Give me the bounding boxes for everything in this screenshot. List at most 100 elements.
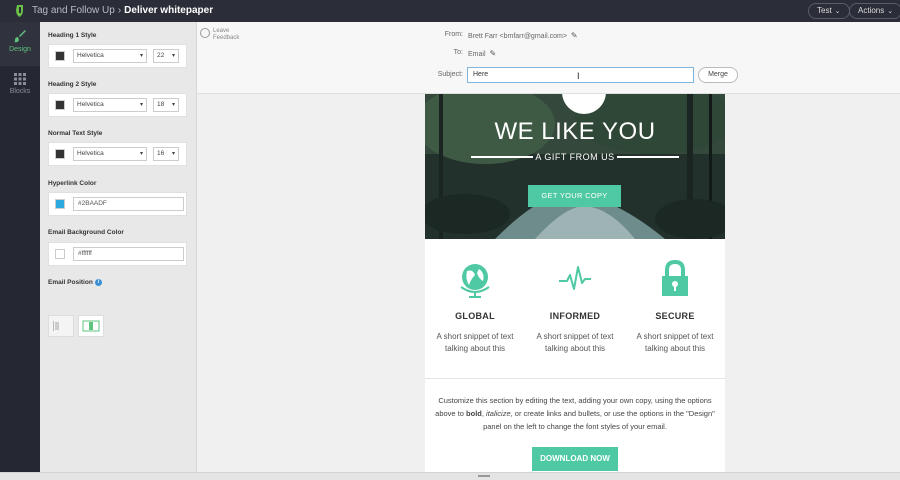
actions-button[interactable]: Actions ⌄ [849,3,900,19]
position-center-option[interactable] [78,315,104,337]
breadcrumb-parent[interactable]: Tag and Follow Up [32,5,115,16]
body-text-bold: bold [466,409,482,418]
breadcrumb-separator: › [117,5,122,16]
email-position-label: Email Position i [48,279,102,286]
from-label: From: [444,31,463,38]
chevron-down-icon: ▾ [171,53,175,59]
to-value: Email [468,51,486,58]
heading1-size-select[interactable]: 22 ▾ [153,49,179,63]
heading1-font-value: Helvetica [77,52,104,59]
grid-icon [14,73,26,85]
chevron-down-icon: ▾ [171,102,175,108]
align-left-icon [53,321,59,331]
design-panel: Heading 1 Style Helvetica ▾ 22 ▾ Heading 2… [40,22,197,480]
feature-informed[interactable]: INFORMED A short snippet of text talking… [525,259,625,355]
normal-text-font-value: Helvetica [77,150,104,157]
heading1-style-label: Heading 1 Style [48,32,97,39]
email-bg-color-swatch[interactable] [55,249,65,259]
hyperlink-color-swatch[interactable] [55,199,65,209]
email-preview: WE LIKE YOU A GIFT FROM US GET YOUR COPY… [425,94,725,472]
feedback-line1: Leave [213,28,230,34]
text-cursor-icon: I [577,71,580,81]
normal-text-size-select[interactable]: 16 ▾ [153,147,179,161]
normal-text-style-label: Normal Text Style [48,130,103,137]
hero-title: WE LIKE YOU [494,118,656,145]
heading1-style-row: Helvetica ▾ 22 ▾ [48,44,187,68]
normal-text-color-swatch[interactable] [55,149,65,159]
hero-banner[interactable]: WE LIKE YOU A GIFT FROM US GET YOUR COPY [425,94,725,239]
normal-text-style-row: Helvetica ▾ 16 ▾ [48,142,187,166]
hyperlink-color-input[interactable]: #2BAADF [73,197,184,211]
feature-title: GLOBAL [455,311,495,321]
download-now-button[interactable]: DOWNLOAD NOW [532,447,618,471]
email-canvas: WE LIKE YOU A GIFT FROM US GET YOUR COPY… [197,94,900,472]
feature-secure[interactable]: SECURE A short snippet of text talking a… [625,259,725,355]
heading1-size-value: 22 [157,52,165,59]
brush-icon [14,30,26,43]
chevron-down-icon: ▾ [139,53,143,59]
subject-label: Subject: [437,71,463,78]
pulse-icon [559,266,591,290]
smiley-icon [200,28,210,38]
rail-blocks-label: Blocks [9,88,31,95]
body-text-part3: , or create links and bullets, or use th… [483,409,715,431]
heading1-font-select[interactable]: Helvetica ▾ [73,49,147,63]
bottom-resize-bar[interactable] [0,472,900,480]
get-your-copy-button[interactable]: GET YOUR COPY [528,185,621,207]
from-value: Brett Farr <bmfarr@gmail.com> [468,33,567,40]
hyperlink-color-label: Hyperlink Color [48,180,97,187]
heading2-size-value: 18 [157,101,165,108]
hyperlink-color-row: #2BAADF [48,192,187,216]
section-divider [425,378,725,379]
heading2-color-swatch[interactable] [55,100,65,110]
to-label: To: [453,49,463,56]
lock-icon [662,259,688,296]
heading2-font-select[interactable]: Helvetica ▾ [73,98,147,112]
to-field: Email ✎ [468,49,496,58]
chevron-down-icon: ▾ [171,151,175,157]
heading2-style-label: Heading 2 Style [48,81,97,88]
feature-desc: A short snippet of text talking about th… [436,332,514,353]
email-bg-color-label: Email Background Color [48,229,124,236]
logo-icon [16,5,23,17]
chevron-down-icon: ▾ [139,151,143,157]
subject-input[interactable]: Here [467,67,694,83]
feature-desc: A short snippet of text talking about th… [636,332,714,353]
breadcrumb: Tag and Follow Up › Deliver whitepaper [32,5,213,16]
merge-button[interactable]: Merge [698,67,738,83]
body-text[interactable]: Customize this section by editing the te… [435,394,715,433]
email-bg-color-input[interactable]: #ffffff [73,247,184,261]
leave-feedback-link[interactable]: Leave Feedback [200,28,239,42]
actions-button-label: Actions [858,6,885,15]
chevron-down-icon: ⌄ [834,8,841,15]
feature-title: SECURE [655,311,695,321]
align-center-icon [82,320,100,332]
feature-title: INFORMED [549,311,601,321]
chevron-down-icon: ▾ [139,102,143,108]
chevron-down-icon: ⌄ [887,8,894,15]
feature-desc: A short snippet of text talking about th… [536,332,614,353]
pencil-icon[interactable]: ✎ [571,31,578,40]
heading2-size-select[interactable]: 18 ▾ [153,98,179,112]
left-rail: Design Blocks [0,22,40,480]
page-title: Deliver whitepaper [124,5,214,16]
top-bar: Tag and Follow Up › Deliver whitepaper Tes… [0,0,900,22]
feature-global[interactable]: GLOBAL A short snippet of text talking a… [425,259,525,355]
heading2-font-value: Helvetica [77,101,104,108]
from-field: Brett Farr <bmfarr@gmail.com> ✎ [468,31,578,40]
rail-item-blocks[interactable]: Blocks [0,66,40,110]
test-button[interactable]: Test ⌄ [808,3,850,19]
forest-stream-image [425,94,725,239]
globe-icon [460,264,490,298]
hero-subtitle: A GIFT FROM US [535,152,615,162]
info-icon[interactable]: i [94,279,102,286]
rail-item-design[interactable]: Design [0,22,40,66]
email-position-text: Email Position [48,279,93,287]
pencil-icon[interactable]: ✎ [490,49,497,58]
normal-text-font-select[interactable]: Helvetica ▾ [73,147,147,161]
position-left-option[interactable] [48,315,74,337]
resize-grip-icon[interactable] [478,475,490,477]
heading1-color-swatch[interactable] [55,51,65,61]
normal-text-size-value: 16 [157,150,165,157]
body-text-italic: italicize [486,409,511,418]
